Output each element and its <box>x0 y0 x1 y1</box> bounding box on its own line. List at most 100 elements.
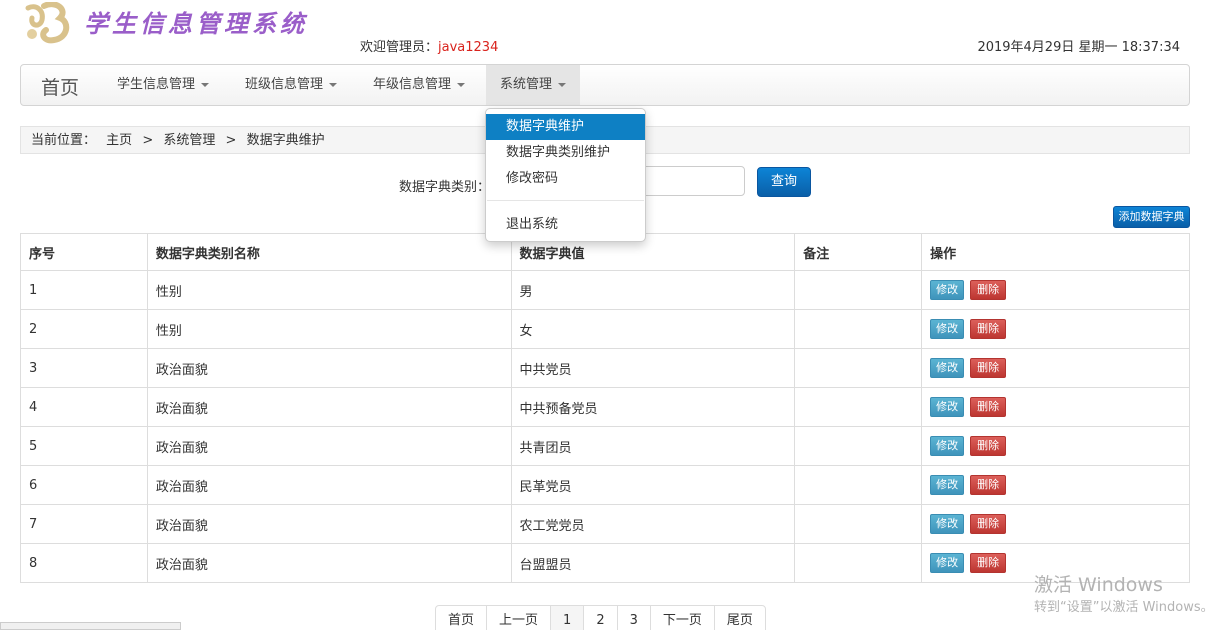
system-management-dropdown: 数据字典维护 数据字典类别维护 修改密码 退出系统 <box>485 108 646 242</box>
cell-index: 1 <box>20 270 148 310</box>
page-1[interactable]: 1 <box>551 606 585 630</box>
main-navbar: 首页 学生信息管理 班级信息管理 年级信息管理 系统管理 <box>20 64 1190 106</box>
caret-down-icon <box>457 82 466 87</box>
username: java1234 <box>438 40 499 55</box>
nav-student-management[interactable]: 学生信息管理 <box>103 65 223 105</box>
cell-remark <box>794 348 923 388</box>
breadcrumb-item-home[interactable]: 主页 <box>106 133 132 148</box>
cell-actions: 修改 删除 <box>921 426 1190 466</box>
cell-remark <box>794 465 923 505</box>
cell-category: 政治面貌 <box>146 387 512 427</box>
nav-label: 学生信息管理 <box>117 77 196 92</box>
menu-item-dictionary-maintenance[interactable]: 数据字典维护 <box>486 114 645 140</box>
cell-actions: 修改 删除 <box>921 309 1190 349</box>
col-header-category: 数据字典类别名称 <box>146 233 512 271</box>
cell-index: 4 <box>20 387 148 427</box>
cell-value: 中共党员 <box>510 348 796 388</box>
cell-value: 台盟盟员 <box>510 543 796 583</box>
cell-remark <box>794 309 923 349</box>
delete-button[interactable]: 删除 <box>970 436 1007 456</box>
search-category-label: 数据字典类别： <box>399 180 491 195</box>
nav-class-management[interactable]: 班级信息管理 <box>231 65 351 105</box>
edit-button[interactable]: 修改 <box>930 514 965 534</box>
query-button[interactable]: 查询 <box>757 167 811 197</box>
cell-index: 3 <box>20 348 148 388</box>
table-row: 4 政治面貌 中共预备党员 修改 删除 <box>20 387 1190 427</box>
cell-remark <box>794 426 923 466</box>
edit-button[interactable]: 修改 <box>930 319 965 339</box>
edit-button[interactable]: 修改 <box>930 397 965 417</box>
app-logo-icon <box>25 2 70 44</box>
horizontal-scrollbar[interactable] <box>0 622 181 630</box>
caret-down-icon <box>329 82 338 87</box>
breadcrumb-label: 当前位置： <box>31 133 97 148</box>
edit-button[interactable]: 修改 <box>930 475 965 495</box>
welcome-label: 欢迎管理员： <box>360 40 439 55</box>
page-first[interactable]: 首页 <box>436 606 488 630</box>
activation-watermark-subtitle: 转到“设置”以激活 Windows。 <box>1034 600 1206 615</box>
cell-value: 女 <box>510 309 796 349</box>
page-2[interactable]: 2 <box>584 606 618 630</box>
cell-value: 农工党党员 <box>510 504 796 544</box>
col-header-index: 序号 <box>20 233 148 271</box>
page-next[interactable]: 下一页 <box>651 606 715 630</box>
cell-remark <box>794 270 923 310</box>
add-dictionary-button[interactable]: 添加数据字典 <box>1113 206 1190 228</box>
table-row: 2 性别 女 修改 删除 <box>20 309 1190 349</box>
cell-index: 8 <box>20 543 148 583</box>
activation-watermark-title: 激活 Windows <box>1034 574 1163 596</box>
nav-system-management[interactable]: 系统管理 <box>486 65 581 105</box>
dictionary-table: 序号 数据字典类别名称 数据字典值 备注 操作 1 性别 男 修改 删除 2 性别… <box>20 233 1190 583</box>
delete-button[interactable]: 删除 <box>970 358 1007 378</box>
menu-item-logout[interactable]: 退出系统 <box>486 212 645 238</box>
edit-button[interactable]: 修改 <box>930 280 965 300</box>
cell-category: 政治面貌 <box>146 426 512 466</box>
cell-remark <box>794 504 923 544</box>
cell-remark <box>794 387 923 427</box>
cell-actions: 修改 删除 <box>921 387 1190 427</box>
delete-button[interactable]: 删除 <box>970 475 1007 495</box>
col-header-remark: 备注 <box>794 233 923 271</box>
breadcrumb-item-system[interactable]: 系统管理 <box>163 133 215 148</box>
delete-button[interactable]: 删除 <box>970 319 1007 339</box>
table-row: 1 性别 男 修改 删除 <box>20 270 1190 310</box>
menu-item-dictionary-category-maintenance[interactable]: 数据字典类别维护 <box>486 140 645 166</box>
caret-down-icon <box>201 82 210 87</box>
cell-actions: 修改 删除 <box>921 348 1190 388</box>
nav-brand-home[interactable]: 首页 <box>41 73 79 100</box>
edit-button[interactable]: 修改 <box>930 436 965 456</box>
cell-value: 中共预备党员 <box>510 387 796 427</box>
table-row: 6 政治面貌 民革党员 修改 删除 <box>20 465 1190 505</box>
table-row: 3 政治面貌 中共党员 修改 删除 <box>20 348 1190 388</box>
breadcrumb-separator: > <box>225 133 237 148</box>
delete-button[interactable]: 删除 <box>970 553 1007 573</box>
delete-button[interactable]: 删除 <box>970 397 1007 417</box>
cell-index: 5 <box>20 426 148 466</box>
breadcrumb-item-current: 数据字典维护 <box>246 133 325 148</box>
cell-index: 7 <box>20 504 148 544</box>
cell-category: 性别 <box>146 270 512 310</box>
nav-grade-management[interactable]: 年级信息管理 <box>359 65 479 105</box>
table-row: 8 政治面貌 台盟盟员 修改 删除 <box>20 543 1190 583</box>
breadcrumb-separator: > <box>142 133 154 148</box>
page-prev[interactable]: 上一页 <box>487 606 552 630</box>
nav-label: 年级信息管理 <box>373 77 452 92</box>
cell-actions: 修改 删除 <box>921 465 1190 505</box>
cell-index: 6 <box>20 465 148 505</box>
menu-item-change-password[interactable]: 修改密码 <box>486 166 645 192</box>
cell-value: 男 <box>510 270 796 310</box>
cell-actions: 修改 删除 <box>921 504 1190 544</box>
page-last[interactable]: 尾页 <box>715 606 765 630</box>
cell-actions: 修改 删除 <box>921 270 1190 310</box>
page-3[interactable]: 3 <box>618 606 651 630</box>
edit-button[interactable]: 修改 <box>930 553 965 573</box>
edit-button[interactable]: 修改 <box>930 358 965 378</box>
delete-button[interactable]: 删除 <box>970 514 1007 534</box>
cell-category: 政治面貌 <box>146 543 512 583</box>
col-header-actions: 操作 <box>921 233 1190 271</box>
menu-divider <box>487 200 644 201</box>
current-datetime: 2019年4月29日 星期一 18:37:34 <box>977 40 1180 55</box>
delete-button[interactable]: 删除 <box>970 280 1007 300</box>
table-row: 7 政治面貌 农工党党员 修改 删除 <box>20 504 1190 544</box>
app-title: 学生信息管理系统 <box>84 9 308 38</box>
